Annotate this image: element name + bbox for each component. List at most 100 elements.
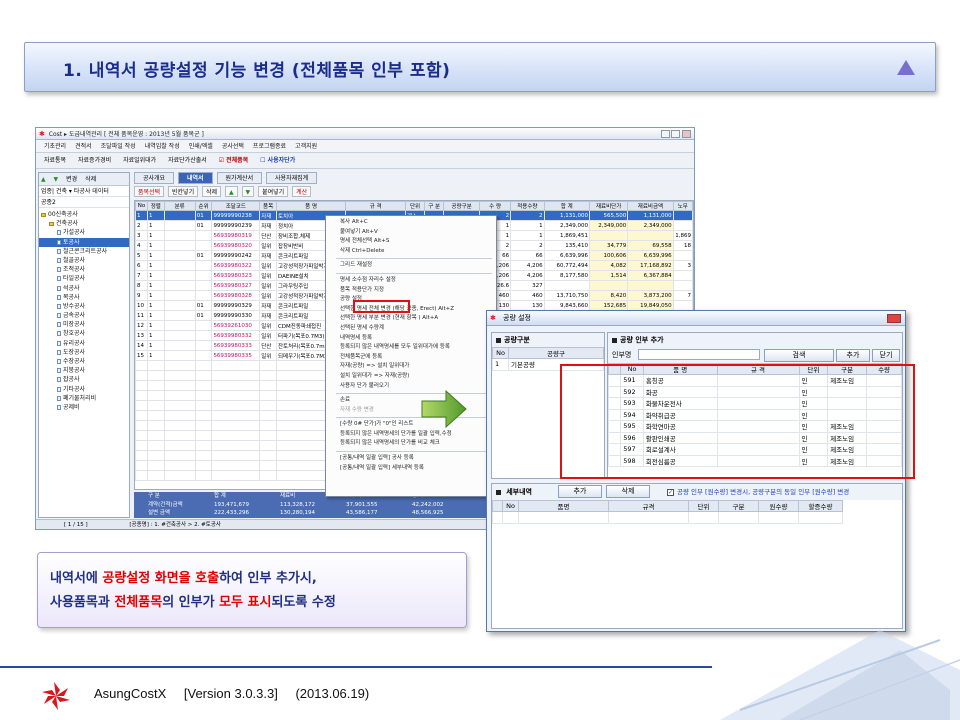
tree-item[interactable]: 목공사	[39, 293, 129, 302]
context-menu-item[interactable]: [공통/내역 일괄 입력] 공사 등록	[326, 454, 496, 464]
menu-item[interactable]: 고객지원	[295, 143, 317, 150]
all-items-checkbox[interactable]: ☑ 전체품목	[219, 157, 249, 164]
delete-button[interactable]: 삭제	[85, 176, 96, 183]
toolbar-item[interactable]: 자료일위대가	[123, 157, 156, 164]
tree-item[interactable]: 수장공사	[39, 357, 129, 366]
context-menu-item[interactable]: 명세 전체선택 Alt+S	[326, 237, 496, 247]
context-menu-item[interactable]: 설치 일위대가 => 자재(공량)	[326, 372, 496, 382]
search-button[interactable]: 검색	[764, 349, 834, 362]
detail-column-header[interactable]: 품명	[518, 500, 609, 512]
minimize-button[interactable]	[661, 130, 670, 138]
context-menu-item[interactable]: [공통/내역 일괄 입력] 세부내역 등록	[326, 464, 496, 474]
toolbar-item[interactable]: 자료통목	[44, 157, 66, 164]
menu-item[interactable]: 인쇄/엑셀	[189, 143, 213, 150]
grid-column-header[interactable]: 적용수량	[510, 201, 545, 211]
detail-column-header[interactable]: No	[502, 500, 519, 512]
context-menu-item[interactable]: 선택된 명세 수량계	[326, 324, 496, 334]
close-dialog-button[interactable]: 닫기	[872, 349, 900, 362]
context-menu-item[interactable]: 자재 수량 변경	[326, 406, 496, 416]
down-arrow-icon[interactable]: ▼	[54, 176, 59, 183]
context-menu-item[interactable]: 등록되지 않은 내역명세의 단가를 일괄 입력,수정	[326, 430, 496, 440]
maximize-button[interactable]	[671, 130, 680, 138]
detail-delete-button[interactable]: 삭제	[606, 485, 650, 498]
change-button[interactable]: 변경	[66, 176, 77, 183]
grid-column-header[interactable]: 재료비금액	[627, 201, 674, 211]
select-item-button[interactable]: 품목선택	[134, 186, 165, 197]
tree-item[interactable]: 공제비	[39, 403, 129, 412]
detail-column-header[interactable]: 원수량	[758, 500, 799, 512]
detail-column-header[interactable]: 구분	[718, 500, 759, 512]
grid-column-header[interactable]: 품 명	[275, 201, 347, 211]
tree-item[interactable]: 조적공사	[39, 265, 129, 274]
context-menu-item[interactable]: 선택한 명세 부분 변경 (현재 항목 ) Alt+A	[326, 314, 496, 324]
grid-column-header[interactable]: 단위	[405, 201, 426, 211]
menu-item[interactable]: 견적서	[75, 143, 92, 150]
grid-delete-button[interactable]: 삭제	[202, 186, 222, 197]
category-select-row[interactable]: 업종| 건축 ▾ 타공사 데이터	[39, 186, 129, 197]
insert-blank-button[interactable]: 빈칸넣기	[168, 186, 199, 197]
context-menu-item[interactable]: 붙여넣기 Alt+V	[326, 228, 496, 238]
grid-column-header[interactable]: 노무	[672, 201, 693, 211]
tree-item[interactable]: 가설공사	[39, 228, 129, 237]
up-arrow-icon[interactable]: ▲	[41, 176, 46, 183]
toolbar-item[interactable]: 자료증가경비	[78, 157, 111, 164]
context-menu-item[interactable]: 선택한 명세 전체 변경 (해당 공종, Erect) Alt+Z	[326, 305, 496, 315]
tree-item[interactable]: 지붕공사	[39, 366, 129, 375]
dialog-close-icon[interactable]	[887, 314, 901, 323]
tree-item[interactable]: 기타공사	[39, 385, 129, 394]
menu-item[interactable]: 프로그램종료	[253, 143, 286, 150]
tree-item[interactable]: 창호공사	[39, 329, 129, 338]
grid-column-header[interactable]: 분류	[163, 201, 196, 211]
tree-item[interactable]: 유리공사	[39, 339, 129, 348]
grid-column-header[interactable]: 수 량	[479, 201, 512, 211]
context-menu-item[interactable]: 공량 설정	[326, 295, 496, 305]
grid-column-header[interactable]: 정렬	[146, 201, 165, 211]
context-menu-item[interactable]: 그리드 재설정	[326, 261, 496, 271]
context-menu-item[interactable]: 손료	[326, 396, 496, 406]
grid-column-header[interactable]: 조달코드	[211, 201, 261, 211]
context-menu-item[interactable]: 자재(공량) => 설치 일위대가	[326, 362, 496, 372]
grid-column-header[interactable]: 구 분	[424, 201, 445, 211]
detail-column-header[interactable]: 단위	[688, 500, 719, 512]
grid-column-header[interactable]: 재료비단가	[588, 201, 629, 211]
tree-item[interactable]: 잡공사	[39, 375, 129, 384]
detail-column-header[interactable]: 규격	[608, 500, 689, 512]
tree-item[interactable]: 00신축공사	[39, 210, 129, 219]
context-menu-item[interactable]: 등록되지 않은 내역명세를 모두 일위대가에 등록	[326, 343, 496, 353]
menu-item[interactable]: 내역입찰 작성	[145, 143, 180, 150]
tree-item[interactable]: 폐기물처리비	[39, 394, 129, 403]
close-button[interactable]	[682, 130, 691, 138]
calculate-button[interactable]: 계산	[292, 186, 312, 197]
grid-column-header[interactable]: 공량구분	[443, 201, 481, 211]
context-menu-item[interactable]: 품목 적용단가 지정	[326, 286, 496, 296]
grid-column-header[interactable]: 합 계	[543, 201, 591, 211]
detail-add-button[interactable]: 추가	[558, 485, 602, 498]
detail-column-header[interactable]: 할증수량	[798, 500, 843, 512]
context-menu-item[interactable]: 내역명세 등록	[326, 334, 496, 344]
tab-overview[interactable]: 공사개요	[134, 172, 175, 184]
tree-item[interactable]: 철근콘크리트공사	[39, 247, 129, 256]
grid-column-header[interactable]: 순위	[194, 201, 213, 211]
add-button[interactable]: 추가	[836, 349, 870, 362]
grid-column-header[interactable]: 규 격	[345, 201, 407, 211]
toolbar-item[interactable]: 자료단가산출서	[168, 157, 207, 164]
grid-column-header[interactable]: No	[135, 201, 148, 211]
menu-item[interactable]: 공사선택	[222, 143, 244, 150]
tree-item[interactable]: 미장공사	[39, 320, 129, 329]
context-menu-item[interactable]: 등록되지 않은 내역명세의 단가를 비교 체크	[326, 439, 496, 449]
tree-item[interactable]: 도장공사	[39, 348, 129, 357]
menu-item[interactable]: 조달파일 작성	[101, 143, 136, 150]
down-arrow-icon[interactable]: ▼	[241, 186, 255, 197]
user-price-checkbox[interactable]: ☐ 사용자단가	[260, 157, 295, 164]
sync-quantity-checkbox[interactable]: ✓ 공량 인부 [원수량] 변경시, 공량구분의 동일 인부 [원수량] 변경	[667, 484, 849, 500]
tree-item[interactable]: 금속공사	[39, 311, 129, 320]
grid-column-header[interactable]: 품목	[259, 201, 277, 211]
context-menu-item[interactable]: 삭제 Ctrl+Delete	[326, 247, 496, 257]
tree-item[interactable]: 토공사	[39, 237, 129, 247]
paste-button[interactable]: 붙여넣기	[258, 186, 289, 197]
tab-material[interactable]: 사용자재집계	[266, 172, 318, 184]
tree-item[interactable]: 건축공사	[39, 219, 129, 228]
worker-search-input[interactable]	[638, 349, 760, 360]
context-menu-item[interactable]: 전체품목군에 등록	[326, 353, 496, 363]
context-menu-item[interactable]: 명세 소수점 자리수 설정	[326, 276, 496, 286]
